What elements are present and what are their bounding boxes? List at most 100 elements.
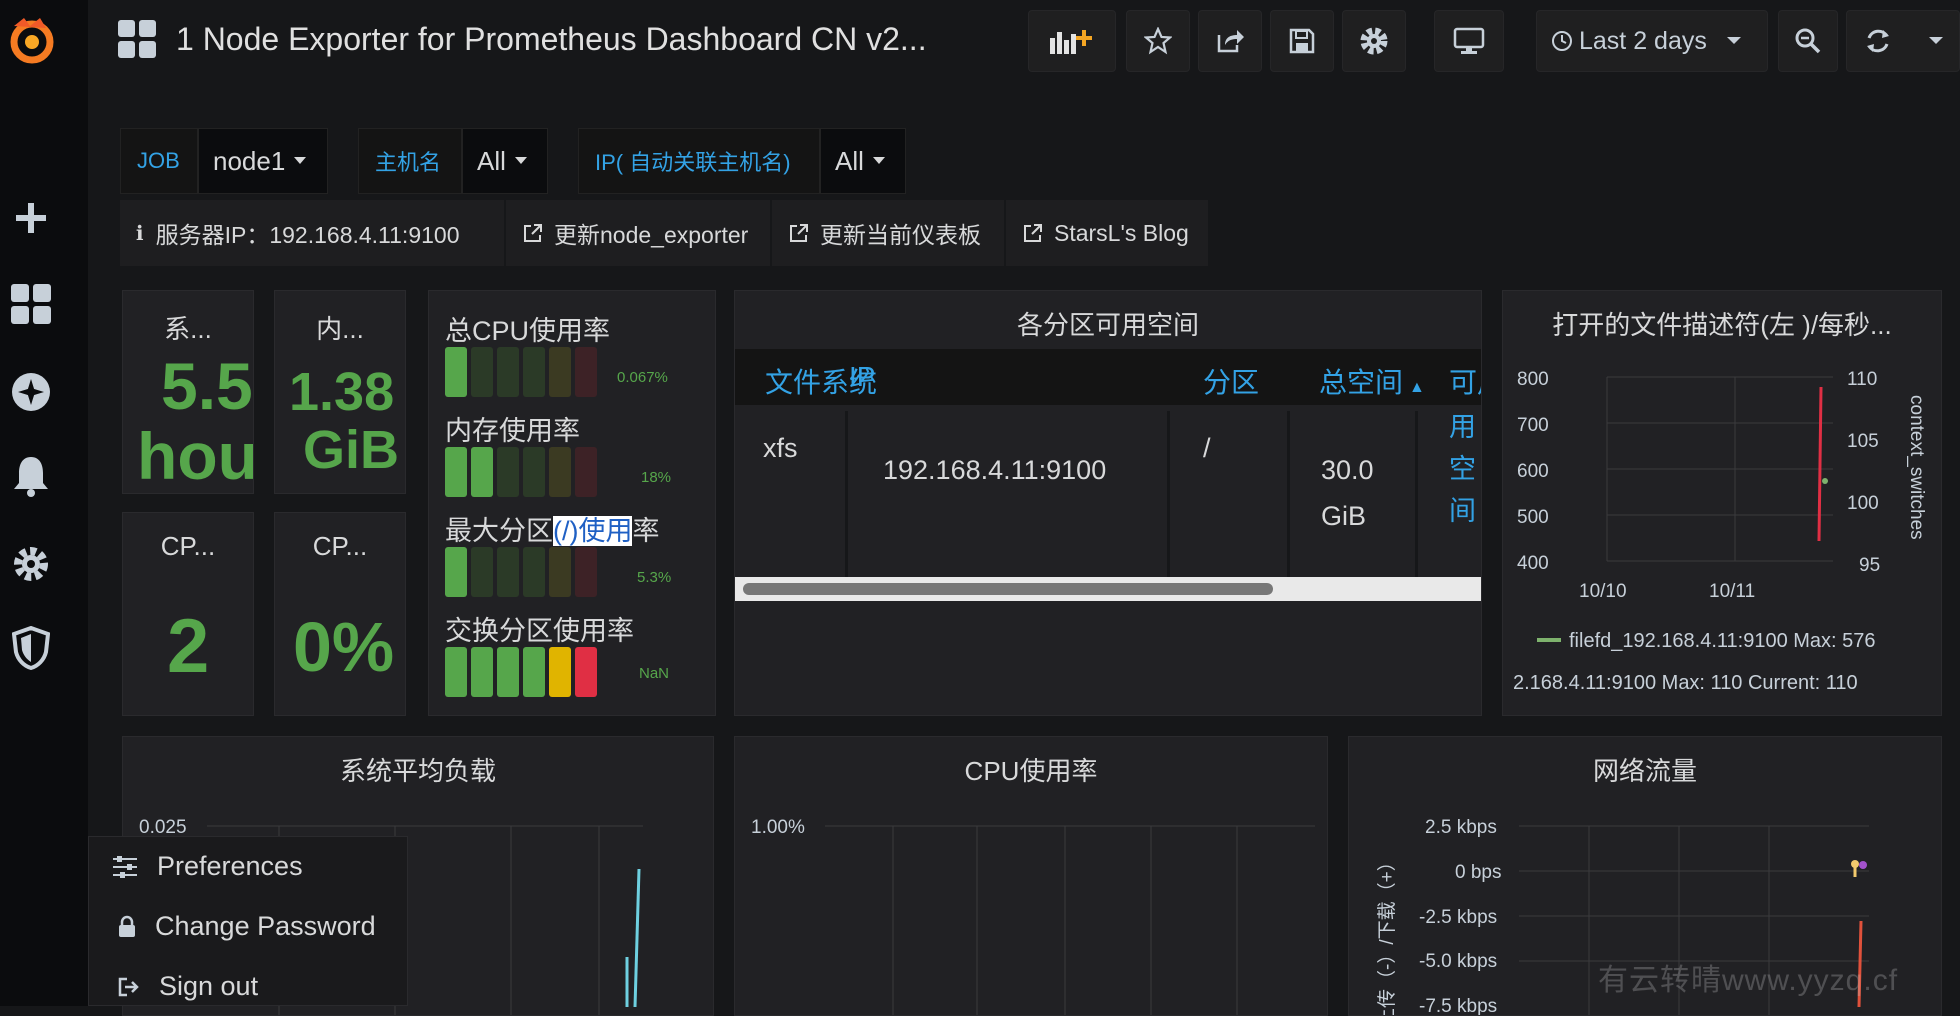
menu-item-sign-out[interactable]: Sign out <box>117 971 258 1002</box>
horizontal-scrollbar[interactable] <box>735 577 1481 601</box>
y-tick: -5.0 kbps <box>1419 951 1497 972</box>
bargauge-title-swap: 交换分区使用率 <box>445 616 634 646</box>
bargauge-value-cpu: 0.067% <box>617 369 668 386</box>
zoom-out-button[interactable] <box>1778 10 1838 72</box>
bargauge-cell <box>549 347 571 397</box>
legend-item-context-switches[interactable]: 2.168.4.11:9100 Max: 110 Current: 110 <box>1513 672 1858 694</box>
scrollbar-thumb[interactable] <box>743 583 1273 595</box>
column-header-total[interactable]: 总空间 ▲ <box>1319 361 1425 401</box>
filefd-graph: 800 700 600 500 400 110 105 100 95 10/10… <box>1513 369 1927 694</box>
add-panel-button[interactable] <box>1028 10 1116 72</box>
variable-value-ip: All <box>835 145 864 176</box>
cell-available-char: 用 <box>1449 412 1476 442</box>
menu-item-change-password-label: Change Password <box>155 911 376 941</box>
star-dashboard-button[interactable] <box>1126 10 1190 72</box>
column-header-available[interactable]: 可用空间 <box>1449 361 1481 401</box>
dashboards-icon[interactable] <box>0 276 62 332</box>
bargauge-cell <box>549 447 571 497</box>
refresh-interval-caret-icon[interactable] <box>1927 35 1945 47</box>
x-tick: 10/10 <box>1579 581 1627 602</box>
update-dashboard-text: 更新当前仪表板 <box>820 222 981 248</box>
update-node-exporter-link[interactable]: 更新node_exporter <box>506 200 772 266</box>
column-divider <box>1415 411 1418 581</box>
side-menu <box>0 0 88 1006</box>
dashboard-grid-icon <box>118 20 156 58</box>
sliders-icon <box>113 855 137 878</box>
variable-select-hostname[interactable]: All <box>462 128 548 194</box>
dashboard-title[interactable]: 1 Node Exporter for Prometheus Dashboard… <box>118 20 927 58</box>
partition-table-panel[interactable]: 各分区可用空间 文件系统 IP 分区 总空间▲ 可用空间 xfs 192.168… <box>734 290 1482 716</box>
x-tick: 10/11 <box>1709 581 1755 602</box>
cell-total-value: 30.0 <box>1321 455 1374 485</box>
y-left-tick: 500 <box>1517 507 1549 528</box>
dashboard-title-text: 1 Node Exporter for Prometheus Dashboard… <box>176 20 927 57</box>
bargauge-bar-swap <box>445 647 597 697</box>
menu-item-change-password[interactable]: Change Password <box>117 911 376 942</box>
bargauge-title-memory: 内存使用率 <box>445 416 580 446</box>
bargauge-bar-cpu <box>445 347 597 397</box>
stat-panel-cpu-cores[interactable]: CP... 2 <box>122 512 254 716</box>
series-point-filefd <box>1822 478 1828 484</box>
configuration-gear-icon[interactable] <box>0 536 62 592</box>
bargauge-cell <box>549 647 571 697</box>
bargauge-value-swap: NaN <box>639 665 670 682</box>
dashboard-navbar: 1 Node Exporter for Prometheus Dashboard… <box>88 0 1960 88</box>
column-header-mount[interactable]: 分区 <box>1203 361 1259 401</box>
blog-link[interactable]: StarsL's Blog <box>1006 200 1208 266</box>
time-picker-button[interactable]: Last 2 days <box>1536 10 1768 72</box>
share-icon <box>1217 30 1244 53</box>
bargauge-title-disk-pre: 最大分区 <box>445 516 553 546</box>
bargauge-value-memory: 18% <box>641 469 672 486</box>
refresh-button[interactable] <box>1846 10 1960 72</box>
bargauge-cell <box>575 447 597 497</box>
bargauge-cell <box>523 447 545 497</box>
stat-panel-memory[interactable]: 内... 1.38 GiB <box>274 290 406 494</box>
gear-icon <box>1360 27 1388 55</box>
column-header-ip[interactable]: IP <box>849 361 875 393</box>
cpu-usage-panel[interactable]: CPU使用率 1.00% <box>734 736 1328 1016</box>
column-divider <box>1167 411 1170 581</box>
create-plus-icon[interactable] <box>0 190 62 246</box>
server-admin-shield-icon[interactable] <box>0 620 62 676</box>
caret-down-icon <box>1726 37 1741 44</box>
column-divider <box>845 411 848 581</box>
stat-value-line1: 0% <box>293 608 395 686</box>
stat-panel-uptime[interactable]: 系... 5.5 hou <box>122 290 254 494</box>
bargauge-bar-disk <box>445 547 597 597</box>
filefd-graph-panel[interactable]: 打开的文件描述符(左 )/每秒... 800 700 600 500 400 1… <box>1502 290 1942 716</box>
y-tick: -7.5 kbps <box>1419 996 1497 1016</box>
add-panel-icon <box>1050 30 1092 54</box>
save-dashboard-button[interactable] <box>1270 10 1334 72</box>
bargauge-title-disk-post: 率 <box>632 516 660 546</box>
bargauge-cell <box>497 647 519 697</box>
y-tick: -2.5 kbps <box>1419 907 1497 928</box>
alerting-bell-icon[interactable] <box>0 448 62 504</box>
menu-item-preferences-label: Preferences <box>157 851 303 881</box>
series-line-context-switches <box>1817 386 1823 542</box>
dashboard-settings-button[interactable] <box>1342 10 1406 72</box>
y-left-tick: 400 <box>1517 553 1549 574</box>
stat-value-line1: 1.38 <box>289 362 395 422</box>
variable-value-hostname: All <box>477 145 506 176</box>
bargauge-title-disk: 最大分区(/)使用率 <box>445 509 659 548</box>
update-dashboard-link[interactable]: 更新当前仪表板 <box>772 200 1006 266</box>
caret-down-icon <box>294 157 307 164</box>
explore-compass-icon[interactable] <box>0 364 62 420</box>
y-right-axis-label: context_switches <box>1906 395 1927 540</box>
save-icon <box>1289 28 1315 54</box>
variable-select-job[interactable]: node1 <box>198 128 328 194</box>
share-dashboard-button[interactable] <box>1198 10 1262 72</box>
cell-available-char: 空 <box>1449 454 1476 484</box>
legend-item-filefd[interactable]: filefd_192.168.4.11:9100 Max: 576 <box>1569 630 1876 652</box>
variable-select-ip[interactable]: All <box>820 128 906 194</box>
server-ip-info[interactable]: ℹ 服务器IP：192.168.4.11:9100 <box>120 200 506 266</box>
variable-label-ip: IP( 自动关联主机名) <box>578 128 820 194</box>
variable-value-job: node1 <box>213 145 286 176</box>
stat-panel-cpu-iowait[interactable]: CP... 0% <box>274 512 406 716</box>
view-mode-button[interactable] <box>1434 10 1504 72</box>
grafana-logo-icon[interactable] <box>0 12 62 68</box>
stat-value-line2: hou <box>137 419 254 493</box>
bargauge-panel[interactable]: 总CPU使用率 0.067% 内存使用率 18% 最大分区(/)使用率 5.3%… <box>428 290 716 716</box>
menu-item-preferences[interactable]: Preferences <box>111 851 303 882</box>
bargauge-cell <box>445 647 467 697</box>
